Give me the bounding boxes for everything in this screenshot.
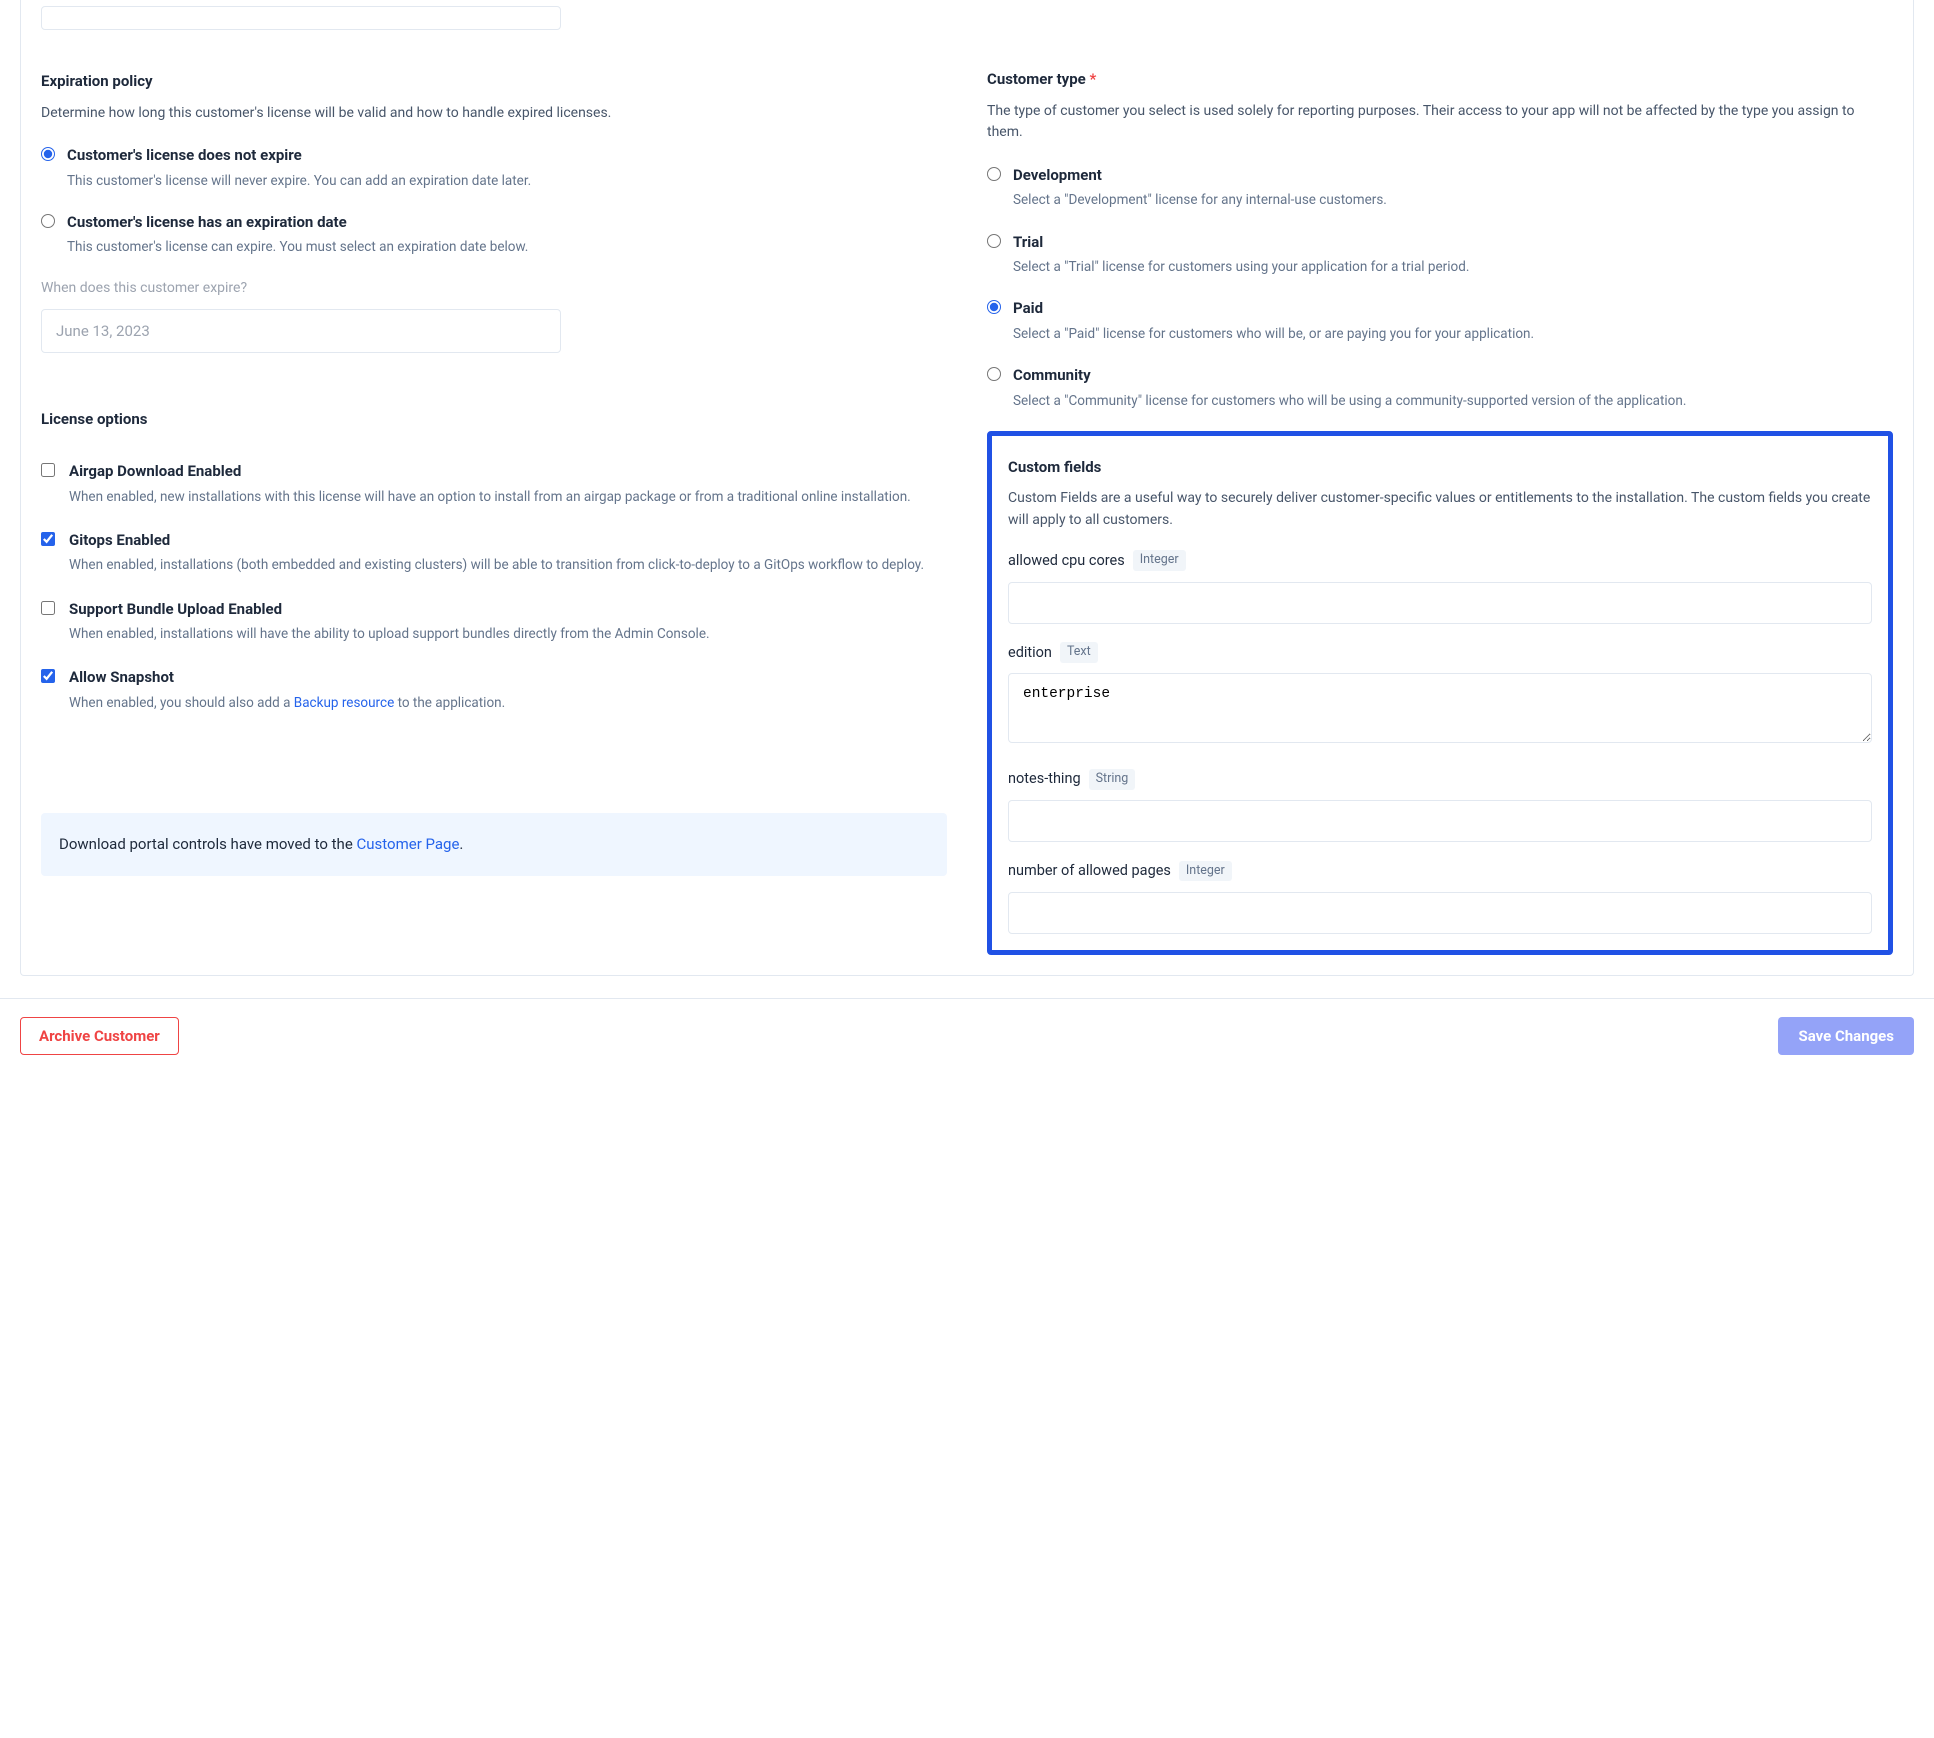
check-support-bundle-desc: When enabled, installations will have th… (69, 624, 947, 644)
type-badge-integer: Integer (1133, 550, 1186, 571)
check-gitops-desc: When enabled, installations (both embedd… (69, 555, 947, 575)
radio-type-paid-title: Paid (1013, 297, 1893, 320)
check-support-bundle-title: Support Bundle Upload Enabled (69, 598, 947, 621)
check-gitops-title: Gitops Enabled (69, 529, 947, 552)
check-support-bundle[interactable]: Support Bundle Upload Enabled When enabl… (41, 598, 947, 645)
check-airgap-title: Airgap Download Enabled (69, 460, 947, 483)
check-snapshot-desc-prefix: When enabled, you should also add a (69, 695, 294, 711)
check-gitops[interactable]: Gitops Enabled When enabled, installatio… (41, 529, 947, 576)
field-edition-input[interactable] (1008, 673, 1872, 743)
expire-date-label: When does this customer expire? (41, 278, 947, 299)
expiration-policy-desc: Determine how long this customer's licen… (41, 103, 947, 125)
radio-expire-date-desc: This customer's license can expire. You … (67, 237, 947, 257)
customer-type-title: Customer type * (987, 68, 1893, 91)
radio-expire-date-title: Customer's license has an expiration dat… (67, 211, 947, 234)
field-allowed-cpu-cores-label: allowed cpu cores (1008, 550, 1125, 572)
radio-type-trial-input[interactable] (987, 234, 1001, 248)
expiration-policy-title: Expiration policy (41, 70, 947, 93)
radio-type-paid[interactable]: Paid Select a "Paid" license for custome… (987, 297, 1893, 344)
radio-type-community[interactable]: Community Select a "Community" license f… (987, 364, 1893, 411)
radio-type-development-input[interactable] (987, 167, 1001, 181)
radio-type-community-desc: Select a "Community" license for custome… (1013, 391, 1893, 411)
radio-type-paid-desc: Select a "Paid" license for customers wh… (1013, 324, 1893, 344)
type-badge-text: Text (1060, 642, 1098, 663)
download-portal-banner: Download portal controls have moved to t… (41, 813, 947, 876)
save-changes-button[interactable]: Save Changes (1778, 1017, 1914, 1055)
truncated-input-placeholder (41, 6, 561, 30)
archive-customer-button[interactable]: Archive Customer (20, 1017, 179, 1055)
custom-fields-title: Custom fields (1008, 456, 1872, 479)
radio-type-development-title: Development (1013, 164, 1893, 187)
check-airgap-desc: When enabled, new installations with thi… (69, 487, 947, 507)
radio-expire-never-input[interactable] (41, 147, 55, 161)
radio-type-community-input[interactable] (987, 367, 1001, 381)
field-allowed-cpu-cores-input[interactable] (1008, 582, 1872, 624)
radio-type-trial-desc: Select a "Trial" license for customers u… (1013, 257, 1893, 277)
field-allowed-pages-input[interactable] (1008, 892, 1872, 934)
radio-expire-date-input[interactable] (41, 214, 55, 228)
check-snapshot-title: Allow Snapshot (69, 666, 947, 689)
check-airgap[interactable]: Airgap Download Enabled When enabled, ne… (41, 460, 947, 507)
check-snapshot-desc: When enabled, you should also add a Back… (69, 693, 947, 713)
radio-type-trial-title: Trial (1013, 231, 1893, 254)
radio-type-trial[interactable]: Trial Select a "Trial" license for custo… (987, 231, 1893, 278)
footer-bar: Archive Customer Save Changes (0, 998, 1934, 1085)
radio-expire-date[interactable]: Customer's license has an expiration dat… (41, 211, 947, 258)
field-notes-thing-input[interactable] (1008, 800, 1872, 842)
field-allowed-cpu-cores: allowed cpu cores Integer (1008, 550, 1872, 624)
field-allowed-pages: number of allowed pages Integer (1008, 860, 1872, 934)
backup-resource-link[interactable]: Backup resource (294, 695, 394, 711)
type-badge-string: String (1089, 769, 1136, 790)
customer-type-title-text: Customer type (987, 70, 1086, 88)
license-options-title: License options (41, 408, 947, 431)
check-gitops-input[interactable] (41, 532, 55, 546)
radio-type-development-desc: Select a "Development" license for any i… (1013, 190, 1893, 210)
required-star: * (1089, 70, 1096, 88)
expire-date-input[interactable] (41, 309, 561, 353)
radio-expire-never-title: Customer's license does not expire (67, 144, 947, 167)
customer-page-link[interactable]: Customer Page (357, 835, 460, 853)
banner-prefix: Download portal controls have moved to t… (59, 835, 357, 853)
radio-expire-never[interactable]: Customer's license does not expire This … (41, 144, 947, 191)
check-snapshot-input[interactable] (41, 669, 55, 683)
check-support-bundle-input[interactable] (41, 601, 55, 615)
banner-suffix: . (459, 835, 463, 853)
field-allowed-pages-label: number of allowed pages (1008, 860, 1171, 882)
radio-type-development[interactable]: Development Select a "Development" licen… (987, 164, 1893, 211)
check-snapshot-desc-suffix: to the application. (394, 695, 505, 711)
field-notes-thing: notes-thing String (1008, 768, 1872, 842)
customer-type-desc: The type of customer you select is used … (987, 101, 1893, 144)
type-badge-integer-2: Integer (1179, 861, 1232, 882)
check-snapshot[interactable]: Allow Snapshot When enabled, you should … (41, 666, 947, 713)
field-edition-label: edition (1008, 642, 1052, 664)
custom-fields-highlight-box: Custom fields Custom Fields are a useful… (987, 431, 1893, 955)
radio-type-paid-input[interactable] (987, 300, 1001, 314)
radio-expire-never-desc: This customer's license will never expir… (67, 171, 947, 191)
field-notes-thing-label: notes-thing (1008, 768, 1081, 790)
field-edition: edition Text (1008, 642, 1872, 751)
custom-fields-desc: Custom Fields are a useful way to secure… (1008, 488, 1872, 531)
radio-type-community-title: Community (1013, 364, 1893, 387)
check-airgap-input[interactable] (41, 463, 55, 477)
